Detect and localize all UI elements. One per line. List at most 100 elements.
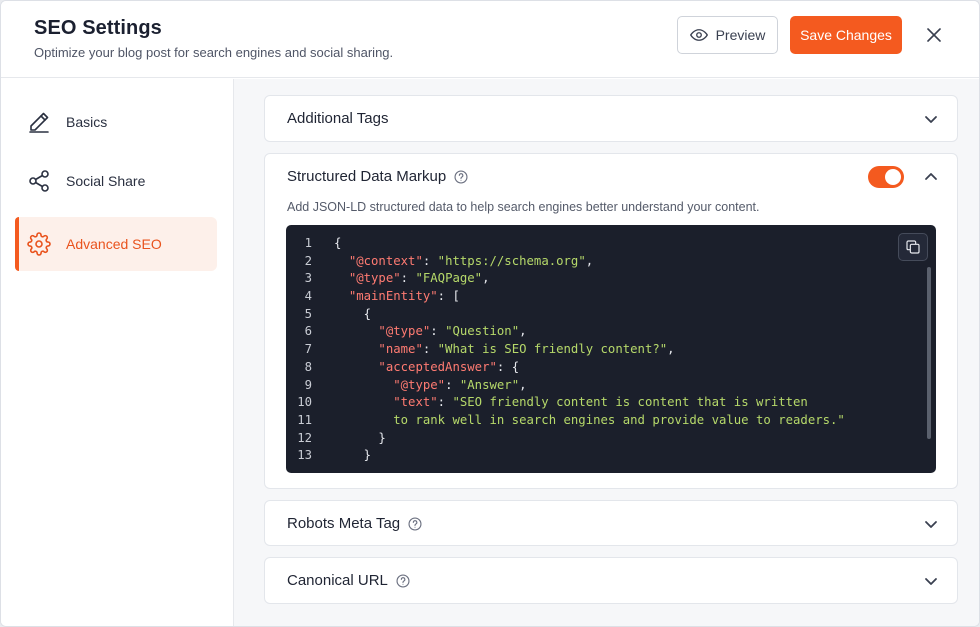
line-number: 1 xyxy=(304,236,312,250)
sidebar-item-label: Social Share xyxy=(66,173,146,189)
pencil-icon xyxy=(27,110,51,134)
code-text: "name": "What is SEO friendly content?", xyxy=(334,341,674,359)
panel-title: Robots Meta Tag xyxy=(287,515,422,532)
chevron-down-icon[interactable] xyxy=(923,573,939,589)
code-line: 3 "@type": "FAQPage", xyxy=(286,270,936,288)
line-number: 9 xyxy=(304,377,312,392)
close-button[interactable] xyxy=(921,22,947,48)
code-text: "@type": "Answer", xyxy=(334,377,526,395)
code-punctuation xyxy=(334,254,349,268)
code-line: 5 { xyxy=(286,306,936,324)
panel-title-text: Structured Data Markup xyxy=(287,168,447,185)
panel-title-text: Additional Tags xyxy=(287,110,389,127)
code-text: } xyxy=(334,447,371,465)
code-string: "What is SEO friendly content?" xyxy=(437,342,668,357)
line-number: 10 xyxy=(297,395,312,410)
code-text: "text": "SEO friendly content is content… xyxy=(334,394,808,412)
code-punctuation: : { xyxy=(496,359,520,374)
line-number: 11 xyxy=(297,412,312,427)
code-punctuation xyxy=(334,378,393,392)
chevron-up-icon[interactable] xyxy=(923,169,939,185)
code-punctuation xyxy=(334,324,378,338)
code-punctuation xyxy=(334,342,378,356)
code-line: 8 "acceptedAnswer": { xyxy=(286,359,936,377)
code-line: 9 "@type": "Answer", xyxy=(286,377,936,395)
code-punctuation: { xyxy=(334,306,372,321)
line-number: 3 xyxy=(304,271,312,286)
save-changes-button[interactable]: Save Changes xyxy=(790,16,902,54)
code-punctuation xyxy=(334,395,393,409)
code-line: 10 "text": "SEO friendly content is cont… xyxy=(286,394,936,412)
code-line: 11 to rank well in search engines and pr… xyxy=(286,412,936,430)
code-key: "mainEntity" xyxy=(348,289,438,304)
line-number: 2 xyxy=(304,253,312,268)
eye-icon xyxy=(689,26,708,44)
code-punctuation: : xyxy=(437,395,453,410)
code-line: 12 } xyxy=(286,430,936,448)
code-punctuation: , xyxy=(585,253,594,268)
panel-additional-tags[interactable]: Additional Tags xyxy=(264,95,958,142)
code-key: "@type" xyxy=(378,324,431,339)
copy-button[interactable] xyxy=(898,233,928,261)
code-string: "https://schema.org" xyxy=(437,253,586,268)
seo-settings-window: SEO Settings Optimize your blog post for… xyxy=(0,0,980,627)
code-punctuation: } xyxy=(334,448,372,463)
close-icon xyxy=(927,28,941,42)
structured-data-toggle[interactable] xyxy=(868,166,904,188)
code-string: to rank well in search engines and provi… xyxy=(334,412,845,427)
code-text: "@type": "Question", xyxy=(334,323,526,341)
line-number: 13 xyxy=(297,448,312,463)
chevron-down-icon[interactable] xyxy=(923,111,939,127)
sidebar-item-social-share[interactable]: Social Share xyxy=(15,154,217,208)
code-punctuation: : xyxy=(422,342,438,357)
copy-icon xyxy=(905,239,921,255)
panel-description: Add JSON-LD structured data to help sear… xyxy=(287,200,760,214)
sidebar-item-basics[interactable]: Basics xyxy=(15,95,217,149)
code-text: "acceptedAnswer": { xyxy=(334,359,519,377)
code-line: 2 "@context": "https://schema.org", xyxy=(286,253,936,271)
panel-title: Canonical URL xyxy=(287,572,410,589)
panel-title: Additional Tags xyxy=(287,110,388,127)
code-punctuation xyxy=(334,360,378,374)
sidebar-item-advanced-seo[interactable]: Advanced SEO xyxy=(15,217,217,271)
code-line: 4 "mainEntity": [ xyxy=(286,288,936,306)
sidebar-item-label: Advanced SEO xyxy=(66,236,162,252)
code-key: "@type" xyxy=(348,271,401,286)
gear-icon xyxy=(27,232,51,256)
code-punctuation: : xyxy=(430,324,446,339)
line-number: 12 xyxy=(297,430,312,445)
help-icon[interactable] xyxy=(454,169,468,184)
code-editor[interactable]: 1{2 "@context": "https://schema.org", 3 "… xyxy=(286,225,936,473)
preview-button[interactable]: Preview xyxy=(677,16,778,54)
code-text: { xyxy=(334,306,371,324)
panel-structured-data: Structured Data Markup Add JSON-LD struc… xyxy=(264,153,958,489)
panel-canonical-url[interactable]: Canonical URL xyxy=(264,557,958,604)
line-number: 8 xyxy=(304,359,312,374)
code-punctuation: { xyxy=(334,236,342,250)
help-icon[interactable] xyxy=(396,573,410,588)
panel-robots-meta-tag[interactable]: Robots Meta Tag xyxy=(264,500,958,546)
chevron-down-icon[interactable] xyxy=(923,516,939,532)
preview-label: Preview xyxy=(715,27,766,43)
code-punctuation xyxy=(334,289,349,303)
code-text: "@context": "https://schema.org", xyxy=(334,253,593,271)
code-punctuation: , xyxy=(482,271,490,286)
code-punctuation: : [ xyxy=(437,289,460,304)
code-line: 1{ xyxy=(286,235,936,253)
panel-title-text: Canonical URL xyxy=(287,572,388,589)
code-punctuation: : xyxy=(422,253,438,268)
code-text: to rank well in search engines and provi… xyxy=(334,412,845,430)
code-key: "acceptedAnswer" xyxy=(378,359,497,374)
code-string: "FAQPage" xyxy=(415,271,483,286)
code-scrollbar[interactable] xyxy=(927,267,931,439)
code-string: "Answer" xyxy=(459,377,520,392)
code-string: "SEO friendly content is content that is… xyxy=(452,395,808,410)
line-number: 4 xyxy=(304,289,312,304)
header: SEO Settings Optimize your blog post for… xyxy=(1,1,979,78)
code-key: "name" xyxy=(378,342,423,357)
code-text: "mainEntity": [ xyxy=(334,288,460,306)
code-punctuation: : xyxy=(400,271,416,286)
page-subtitle: Optimize your blog post for search engin… xyxy=(34,45,394,60)
help-icon[interactable] xyxy=(408,516,422,531)
code-line: 6 "@type": "Question", xyxy=(286,323,936,341)
